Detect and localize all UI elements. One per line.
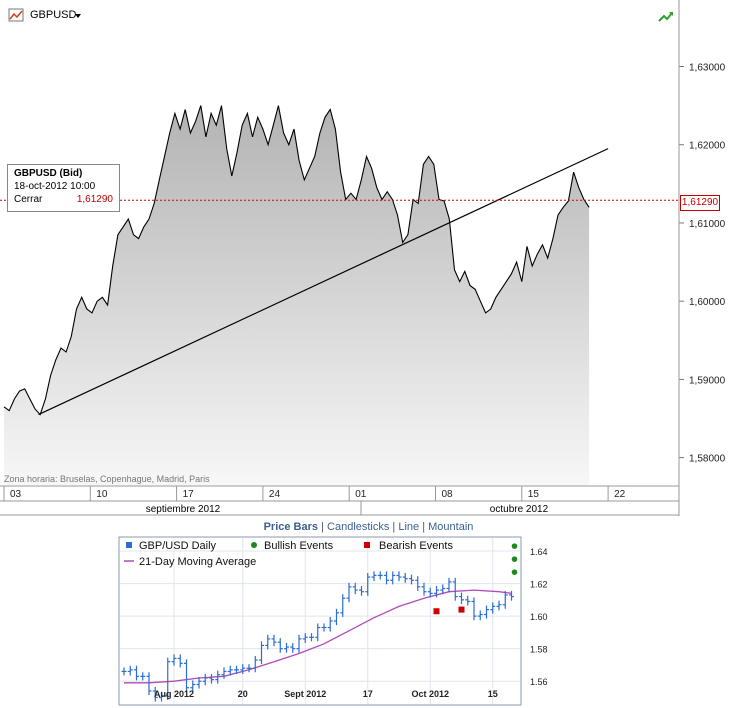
date-axis-label: 01: [355, 489, 367, 500]
chart-type-icon[interactable]: [8, 8, 24, 22]
legend-swatch-bullish: [251, 542, 257, 548]
daily-price-label: 1.58: [530, 645, 548, 655]
bullish-event: [511, 569, 518, 575]
info-close-value: 1,61290: [76, 194, 113, 205]
bullish-event: [511, 543, 518, 549]
timezone-note: Zona horaria: Bruselas, Copenhague, Madr…: [4, 474, 210, 484]
date-axis: 03 10 17 24 01 08 15 22: [3, 486, 626, 501]
daily-date-label: 15: [488, 689, 498, 699]
date-axis-label: 10: [96, 489, 108, 500]
price-axis-label: 1,59000: [689, 375, 726, 386]
daily-chart[interactable]: GBP/USD Daily Bullish Events Bearish Event…: [0, 516, 737, 708]
main-price-chart[interactable]: 1,63000 1,62000 1,61000 1,60000 1,59000 1,580…: [0, 0, 737, 516]
price-axis-label: 1,62000: [689, 141, 726, 152]
daily-price-label: 1.60: [530, 612, 548, 622]
legend-label-daily: GBP/USD Daily: [139, 540, 217, 552]
price-axis-label: 1,63000: [689, 62, 726, 73]
info-close-label: Cerrar: [14, 194, 43, 205]
info-box: GBPUSD (Bid) 18-oct-2012 10:00 Cerrar 1,…: [7, 164, 120, 212]
bearish-event: [433, 608, 440, 615]
legend-swatch-bearish: [364, 542, 370, 548]
daily-date-label: 17: [363, 689, 373, 699]
date-axis-label: 17: [183, 489, 195, 500]
daily-date-label: Oct 2012: [411, 689, 449, 699]
date-axis-label: 15: [528, 489, 540, 500]
daily-price-label: 1.62: [530, 580, 548, 590]
date-axis-label: 22: [614, 489, 626, 500]
current-price-tag: 1,61290: [680, 195, 720, 211]
legend-label-ma: 21-Day Moving Average: [139, 556, 256, 568]
legend-swatch-daily: [126, 542, 132, 548]
bullish-event: [511, 556, 518, 562]
daily-date-label: 20: [238, 689, 248, 699]
daily-date-label: Sept 2012: [284, 689, 326, 699]
month-label-oct: octubre 2012: [490, 504, 549, 515]
daily-price-label: 1.64: [530, 547, 548, 557]
info-title: GBPUSD (Bid): [14, 168, 83, 179]
month-label-sept: septiembre 2012: [146, 504, 221, 515]
date-axis-label: 03: [10, 489, 22, 500]
price-axis-label: 1,60000: [689, 297, 726, 308]
info-datetime: 18-oct-2012 10:00: [14, 181, 96, 192]
daily-price-axis: 1.64 1.62 1.60 1.58 1.56: [530, 547, 548, 687]
price-axis: 1,63000 1,62000 1,61000 1,60000 1,59000 1,580…: [679, 62, 726, 465]
date-axis-label: 24: [269, 489, 281, 500]
bearish-event: [458, 606, 465, 613]
daily-price-label: 1.56: [530, 677, 548, 687]
legend-label-bearish: Bearish Events: [379, 540, 453, 552]
daily-date-label: Aug 2012: [154, 689, 194, 699]
date-axis-label: 08: [442, 489, 454, 500]
price-axis-label: 1,61000: [689, 219, 726, 230]
legend-label-bullish: Bullish Events: [264, 540, 334, 552]
price-axis-label: 1,58000: [689, 454, 726, 465]
